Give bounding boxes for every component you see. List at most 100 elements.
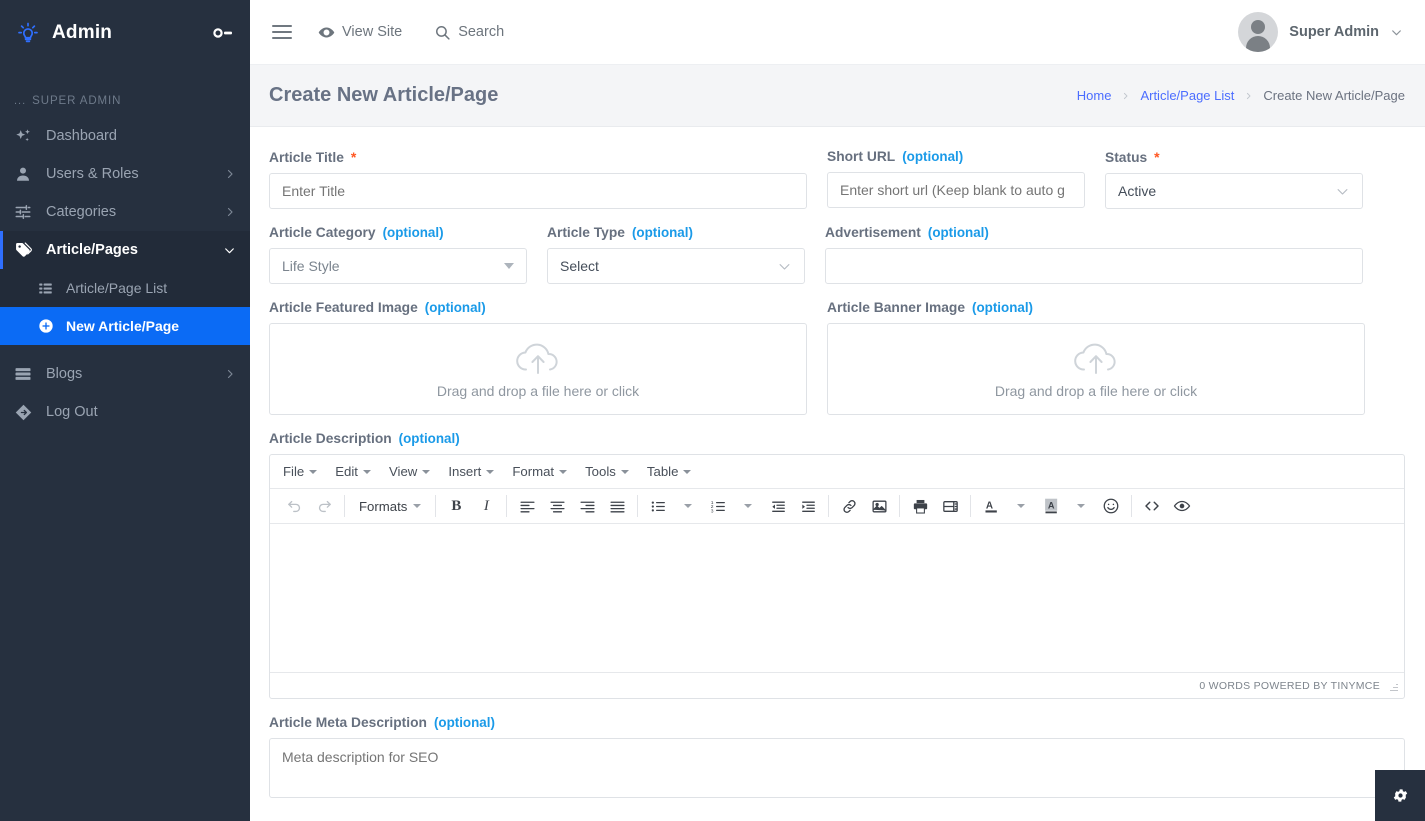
chevron-down-icon	[1335, 184, 1350, 199]
breadcrumb-separator-icon	[1121, 90, 1130, 102]
align-left-icon[interactable]	[513, 493, 541, 519]
search-button[interactable]: Search	[434, 24, 504, 41]
gear-icon	[1392, 787, 1409, 804]
outdent-icon[interactable]	[764, 493, 792, 519]
breadcrumb-item-home[interactable]: Home	[1077, 88, 1112, 103]
numbered-list-dropdown-icon[interactable]	[734, 493, 762, 519]
article-type-value: Select	[560, 258, 599, 274]
list-icon	[14, 365, 38, 383]
print-icon[interactable]	[906, 493, 934, 519]
banner-image-dropzone[interactable]: Drag and drop a file here or click	[827, 323, 1365, 415]
advertisement-input[interactable]	[825, 248, 1363, 284]
toolbar-group-style: B I	[436, 493, 506, 519]
bullet-list-icon[interactable]	[644, 493, 672, 519]
preview-icon[interactable]	[1168, 493, 1196, 519]
sidebar-item-users-roles[interactable]: Users & Roles	[0, 155, 250, 193]
chevron-down-icon	[777, 259, 792, 274]
sidebar-item-log-out[interactable]: Log Out	[0, 393, 250, 431]
user-name: Super Admin	[1289, 24, 1379, 40]
align-center-icon[interactable]	[543, 493, 571, 519]
link-icon[interactable]	[835, 493, 863, 519]
caret-down-icon	[683, 469, 692, 474]
field-meta-description: Article Meta Description (optional)	[269, 715, 1405, 803]
image-icon[interactable]	[865, 493, 893, 519]
italic-icon[interactable]: I	[472, 493, 500, 519]
chevron-right-icon	[224, 206, 236, 218]
avatar	[1238, 12, 1279, 52]
breadcrumb-item-article-page-list[interactable]: Article/Page List	[1140, 88, 1234, 103]
bold-icon[interactable]: B	[442, 493, 470, 519]
source-code-icon[interactable]	[1138, 493, 1166, 519]
svg-text:A: A	[986, 500, 993, 511]
text-color-dropdown-icon[interactable]	[1007, 493, 1035, 519]
page-header: Create New Article/Page Home Article/Pag…	[250, 65, 1425, 127]
article-type-select[interactable]: Select	[547, 248, 805, 284]
short-url-input[interactable]	[827, 172, 1085, 208]
sidebar-item-dashboard[interactable]: Dashboard	[0, 117, 250, 155]
text-color-icon[interactable]: A	[977, 493, 1005, 519]
toolbar-group-tools	[1132, 493, 1202, 519]
editor-menu-tools[interactable]: Tools	[576, 460, 638, 483]
editor-menu-file[interactable]: File	[274, 460, 326, 483]
align-right-icon[interactable]	[573, 493, 601, 519]
bullet-list-dropdown-icon[interactable]	[674, 493, 702, 519]
caret-down-icon	[486, 469, 495, 474]
cloud-upload-icon	[512, 339, 564, 379]
required-marker: *	[350, 149, 357, 165]
chevron-down-icon[interactable]	[1390, 26, 1403, 39]
meta-description-textarea[interactable]	[269, 738, 1405, 798]
status-select[interactable]: Active	[1105, 173, 1363, 209]
sidebar-section-label: SUPER ADMIN	[32, 95, 122, 107]
background-color-icon[interactable]: A	[1037, 493, 1065, 519]
sidebar-item-categories[interactable]: Categories	[0, 193, 250, 231]
form-row-1: Article Title * Short URL (optional) Sta…	[269, 149, 1405, 225]
editor-status-text: 0 WORDS POWERED BY TINYMCE	[1199, 679, 1380, 692]
form-row-3: Article Featured Image (optional) Drag a…	[269, 300, 1405, 431]
article-title-input[interactable]	[269, 173, 807, 209]
emoticon-icon[interactable]	[1097, 493, 1125, 519]
optional-marker: (optional)	[398, 431, 460, 446]
editor-menu-label: Tools	[585, 464, 616, 479]
toolbar-group-media	[900, 493, 970, 519]
sidebar-item-new-article-page[interactable]: New Article/Page	[0, 307, 250, 345]
view-site-link[interactable]: View Site	[318, 24, 402, 41]
redo-icon[interactable]	[310, 493, 338, 519]
sidebar-collapse-toggle-icon[interactable]	[212, 26, 234, 40]
numbered-list-icon[interactable]: 123	[704, 493, 732, 519]
sidebar-item-article-pages[interactable]: Article/Pages	[0, 231, 250, 269]
editor-menu-insert[interactable]: Insert	[439, 460, 503, 483]
optional-marker: (optional)	[972, 300, 1034, 315]
background-color-dropdown-icon[interactable]	[1067, 493, 1095, 519]
editor-menu-table[interactable]: Table	[638, 460, 701, 483]
indent-icon[interactable]	[794, 493, 822, 519]
featured-image-dropzone[interactable]: Drag and drop a file here or click	[269, 323, 807, 415]
optional-marker: (optional)	[424, 300, 486, 315]
media-icon[interactable]	[936, 493, 964, 519]
formats-dropdown[interactable]: Formats	[351, 493, 429, 519]
formats-label: Formats	[359, 498, 408, 514]
undo-icon[interactable]	[280, 493, 308, 519]
sidebar-subitem-label: New Article/Page	[66, 318, 180, 334]
editor-menu-format[interactable]: Format	[503, 460, 576, 483]
sidebar-brand-title: Admin	[52, 21, 113, 43]
required-marker: *	[1154, 149, 1160, 165]
banner-image-drop-text: Drag and drop a file here or click	[994, 383, 1198, 399]
editor-resize-handle[interactable]	[1388, 681, 1398, 691]
sidebar-item-label: Article/Pages	[46, 242, 138, 258]
settings-fab-button[interactable]	[1375, 770, 1425, 821]
sidebar-brand[interactable]: Admin	[0, 0, 250, 65]
sidebar-item-blogs[interactable]: Blogs	[0, 355, 250, 393]
editor-content-area[interactable]	[270, 524, 1404, 672]
sidebar-item-article-page-list[interactable]: Article/Page List	[0, 269, 250, 307]
optional-marker: (optional)	[382, 225, 444, 240]
editor-menu-label: Edit	[335, 464, 358, 479]
editor-menu-edit[interactable]: Edit	[326, 460, 380, 483]
user-menu[interactable]: Super Admin	[1238, 12, 1403, 52]
hamburger-icon[interactable]	[268, 19, 296, 45]
align-justify-icon[interactable]	[603, 493, 631, 519]
editor-menu-label: Format	[512, 464, 555, 479]
sidebar-gap	[0, 345, 250, 355]
editor-menu-view[interactable]: View	[380, 460, 439, 483]
article-category-select[interactable]: Life Style	[269, 248, 527, 284]
field-featured-image: Article Featured Image (optional) Drag a…	[269, 300, 807, 415]
